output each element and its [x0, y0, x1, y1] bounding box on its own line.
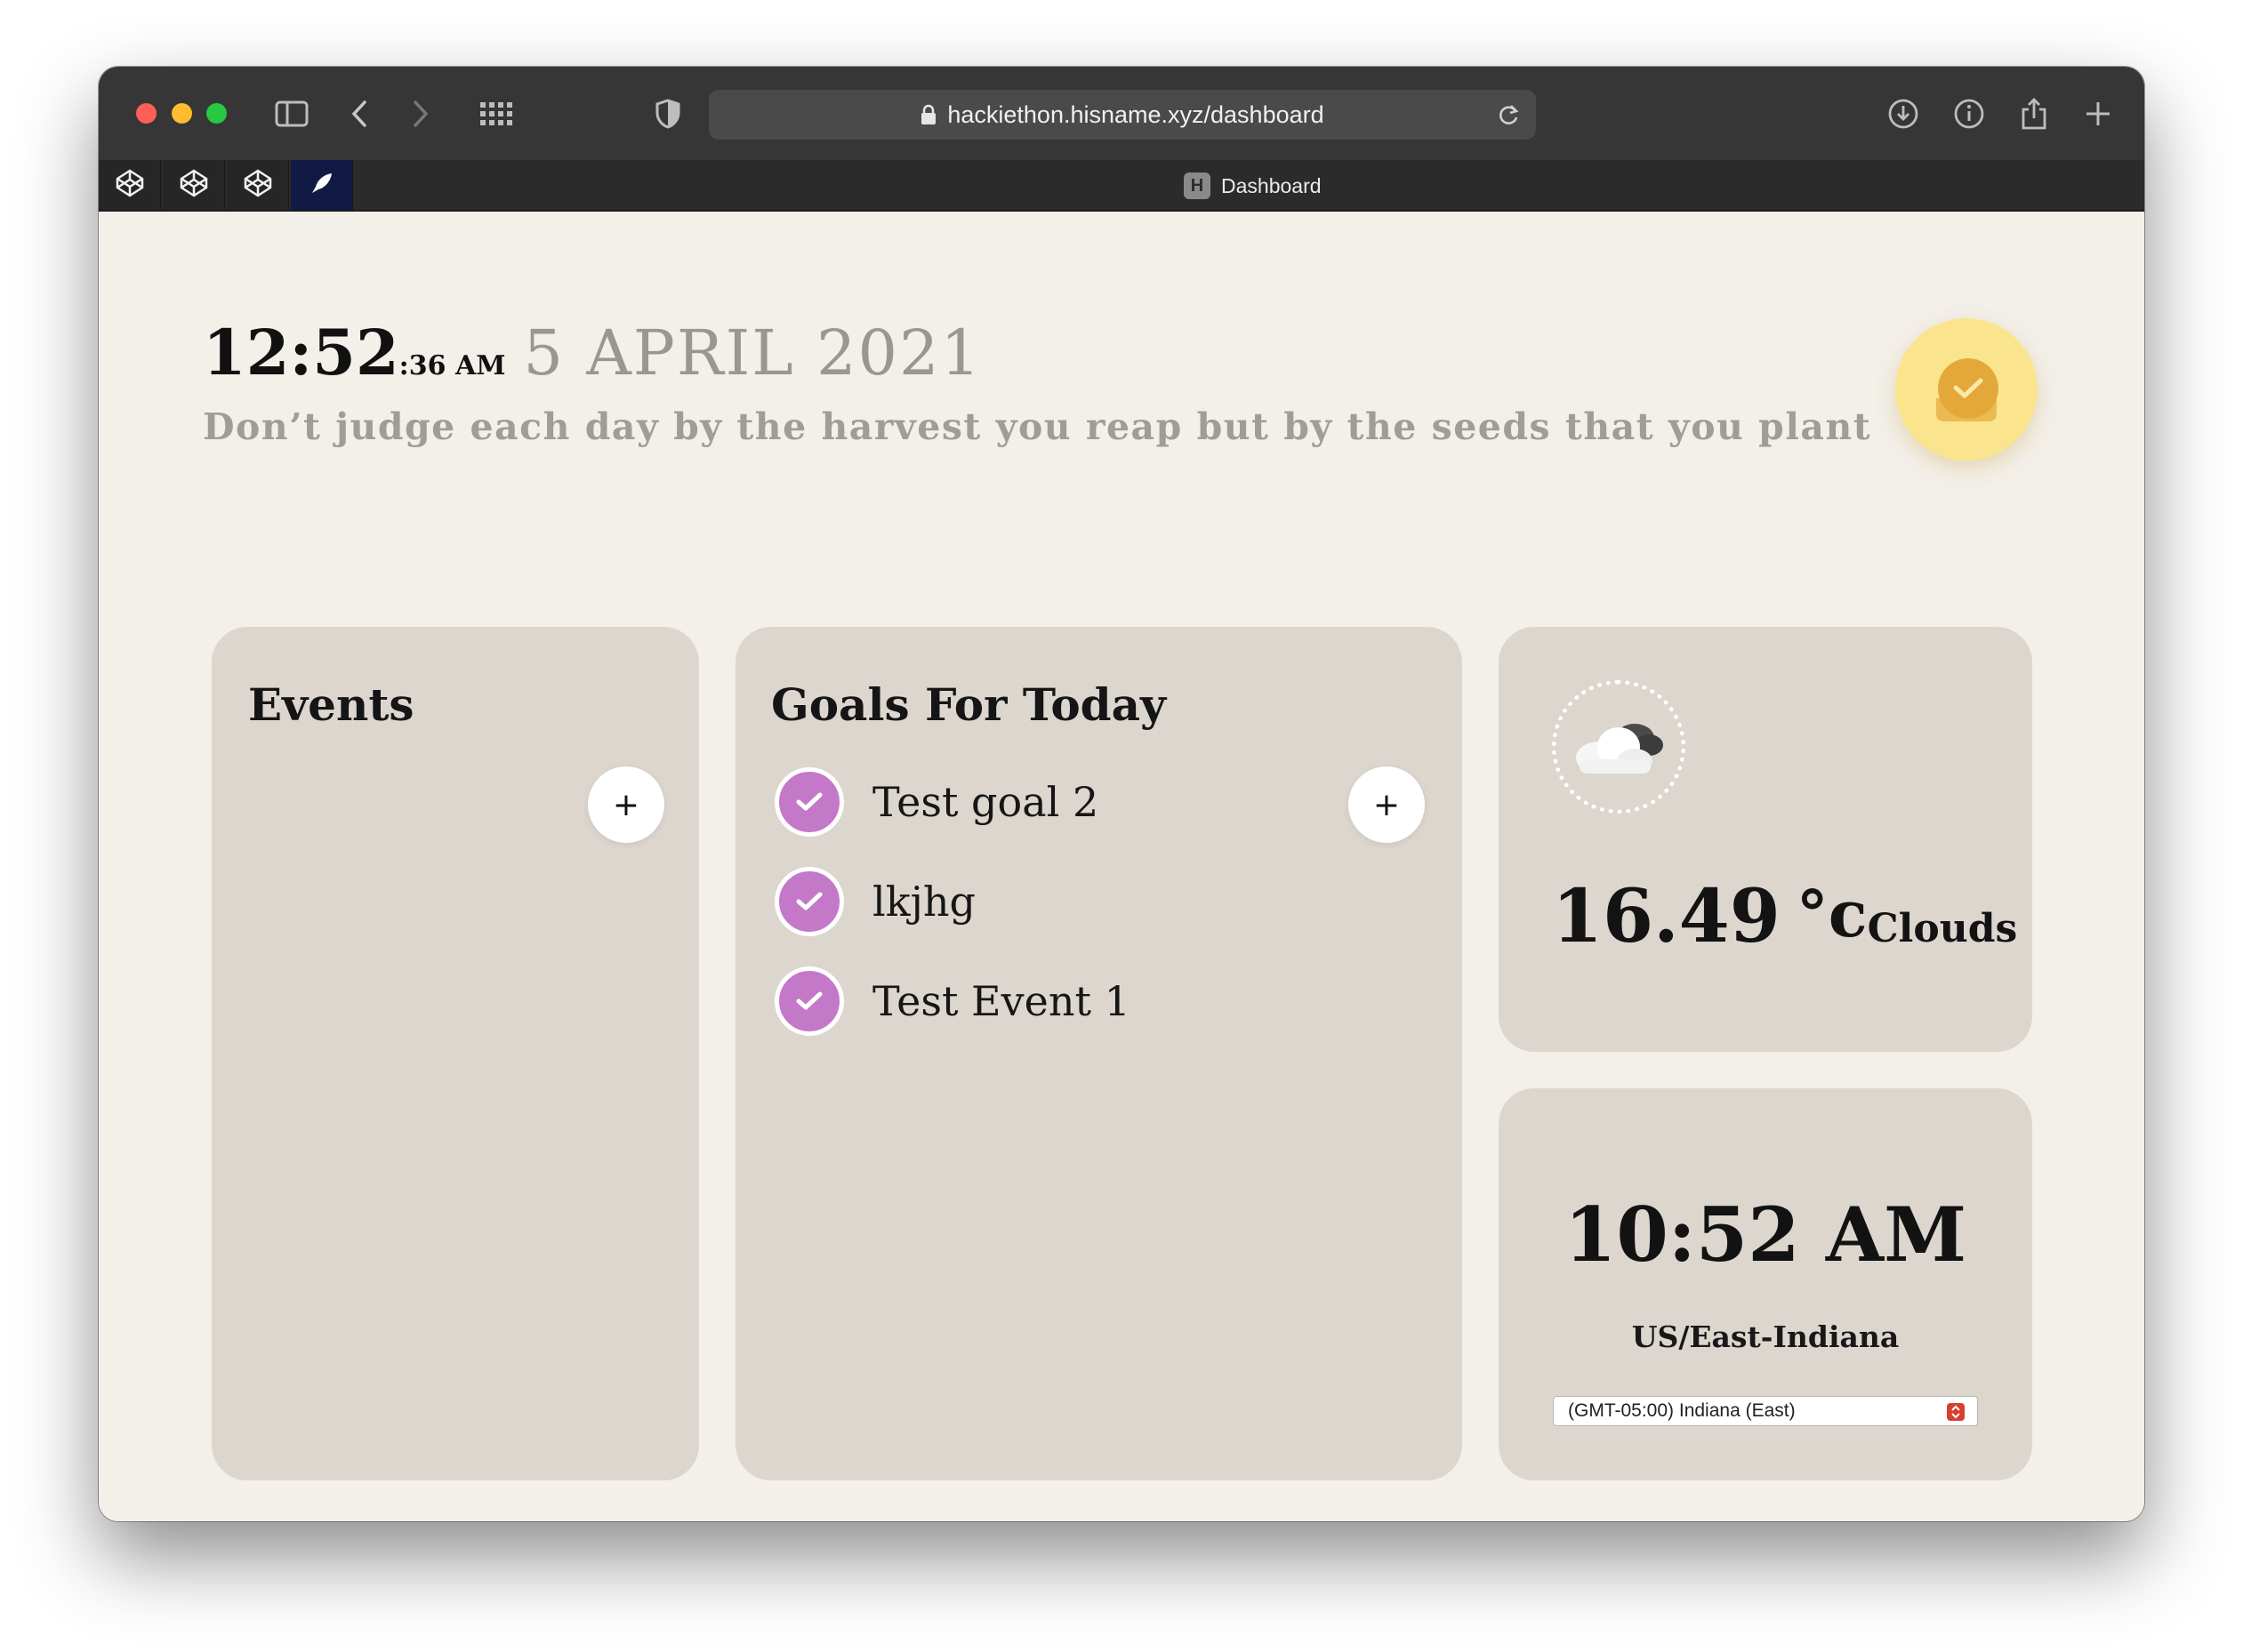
- select-arrows-icon: [1947, 1403, 1965, 1421]
- goal-text: Test Event 1: [872, 977, 1130, 1025]
- downloads-icon[interactable]: [1883, 93, 1924, 134]
- goals-card: Goals For Today + Test goal 2 lkjhg Test…: [736, 627, 1462, 1480]
- zoom-window-button[interactable]: [206, 103, 227, 124]
- add-event-button[interactable]: +: [588, 766, 664, 843]
- minimize-window-button[interactable]: [172, 103, 192, 124]
- check-in-button[interactable]: [1895, 318, 2038, 461]
- current-date: 5 APRIL 2021: [523, 317, 983, 389]
- clock-seconds-ampm: :36 AM: [399, 350, 506, 381]
- share-icon[interactable]: [2014, 93, 2054, 134]
- browser-window: hackiethon.hisname.xyz/dashboard H Dashb…: [99, 67, 2144, 1521]
- address-bar[interactable]: hackiethon.hisname.xyz/dashboard: [709, 90, 1536, 140]
- codepen-icon: [179, 168, 209, 202]
- temperature-value: 16.49: [1552, 874, 1781, 959]
- tab-title-text: Dashboard: [1221, 173, 1322, 197]
- close-window-button[interactable]: [136, 103, 157, 124]
- events-title: Events: [248, 678, 414, 731]
- add-goal-button[interactable]: +: [1348, 766, 1425, 843]
- goal-text: lkjhg: [872, 878, 976, 926]
- browser-toolbar: hackiethon.hisname.xyz/dashboard: [99, 67, 2144, 160]
- codepen-icon: [243, 168, 273, 202]
- timezone-select[interactable]: (GMT-05:00) Indiana (East): [1553, 1396, 1978, 1426]
- privacy-shield-icon[interactable]: [647, 93, 688, 134]
- pinned-tab-codepen-2[interactable]: [163, 160, 225, 210]
- header-clock: 12:52 :36 AM 5 APRIL 2021: [203, 316, 982, 389]
- pinned-tab-codepen-1[interactable]: [99, 160, 161, 210]
- events-card: Events +: [212, 627, 699, 1480]
- goal-item[interactable]: Test goal 2: [775, 767, 1098, 837]
- back-icon[interactable]: [339, 93, 380, 134]
- checkmark-icon: [1938, 358, 1998, 419]
- codepen-icon: [115, 168, 145, 202]
- goals-title: Goals For Today: [771, 678, 1167, 731]
- clock-hours-minutes: 12:52: [203, 316, 399, 389]
- tab-overview-icon[interactable]: [476, 93, 517, 134]
- forward-icon[interactable]: [400, 93, 441, 134]
- new-tab-icon[interactable]: [2078, 93, 2118, 134]
- weather-reading: 16.49 °c Clouds: [1552, 874, 2017, 959]
- sidebar-toggle-icon[interactable]: [271, 93, 312, 134]
- weather-card: 16.49 °c Clouds: [1499, 627, 2032, 1052]
- reload-icon[interactable]: [1497, 102, 1520, 133]
- temperature-unit: °c: [1796, 876, 1868, 951]
- clock-ampm: AM: [454, 350, 506, 381]
- tab-bar: H Dashboard: [99, 160, 2144, 212]
- rocket-icon: [309, 170, 335, 200]
- cloud-icon: [1576, 724, 1663, 774]
- goal-complete-checkbox[interactable]: [775, 767, 844, 837]
- info-icon[interactable]: [1949, 93, 1990, 134]
- timezone-name: US/East-Indiana: [1631, 1319, 1900, 1354]
- lock-icon: [921, 104, 937, 125]
- pinned-tab-rocket[interactable]: [291, 160, 353, 210]
- weather-condition: Clouds: [1867, 906, 2018, 951]
- goal-item[interactable]: lkjhg: [775, 867, 976, 936]
- goal-item[interactable]: Test Event 1: [775, 966, 1130, 1036]
- goal-text: Test goal 2: [872, 778, 1099, 826]
- tab-dashboard[interactable]: H Dashboard: [1184, 171, 1322, 201]
- timezone-selected-option: (GMT-05:00) Indiana (East): [1568, 1400, 1796, 1421]
- goal-complete-checkbox[interactable]: [775, 966, 844, 1036]
- timezone-time: 10:52 AM: [1564, 1191, 1967, 1279]
- clock-seconds: :36: [398, 350, 446, 381]
- goal-complete-checkbox[interactable]: [775, 867, 844, 936]
- dashboard-page: 12:52 :36 AM 5 APRIL 2021 Don’t judge ea…: [99, 212, 2144, 1521]
- daily-quote: Don’t judge each day by the harvest you …: [203, 405, 1872, 448]
- tab-favicon: H: [1184, 172, 1210, 199]
- pinned-tab-codepen-3[interactable]: [227, 160, 289, 210]
- url-text: hackiethon.hisname.xyz/dashboard: [947, 100, 1324, 128]
- weather-icon-ring: [1552, 680, 1685, 814]
- timezone-card: 10:52 AM US/East-Indiana (GMT-05:00) Ind…: [1499, 1088, 2032, 1480]
